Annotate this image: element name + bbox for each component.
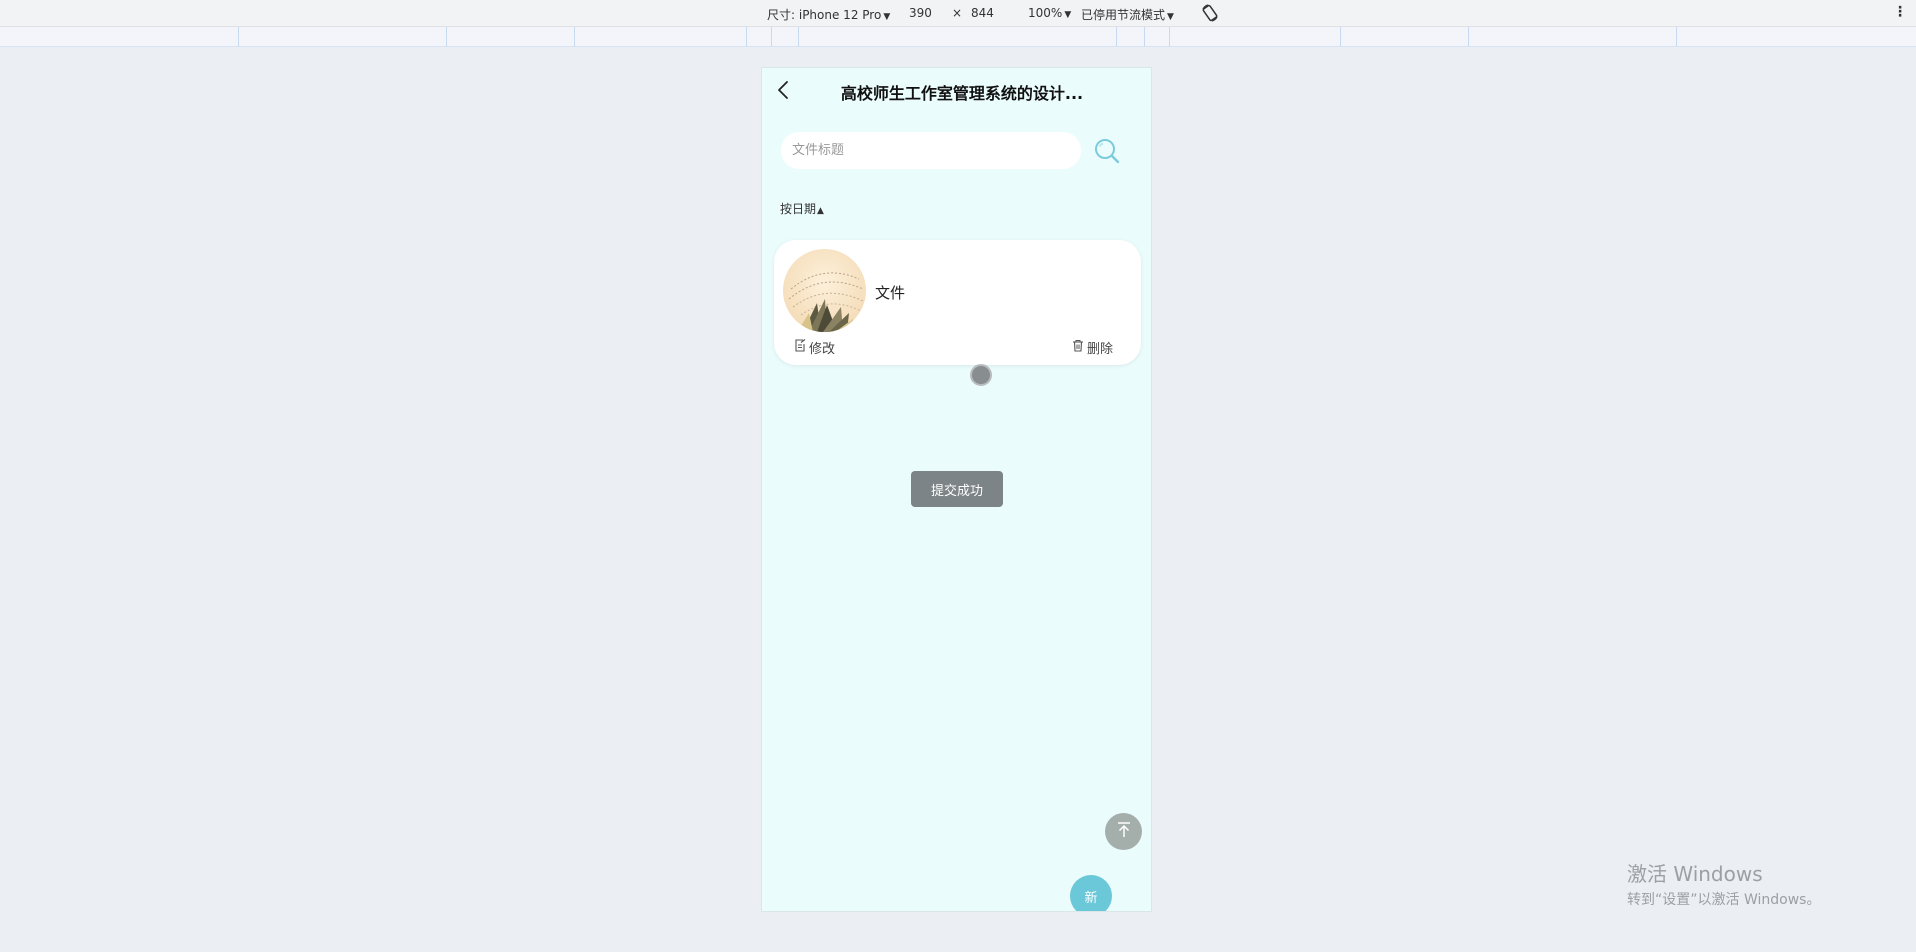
media-query-ruler <box>0 27 1916 47</box>
device-selector[interactable]: 尺寸: iPhone 12 Pro ▼ <box>767 6 890 23</box>
windows-activation-watermark: 激活 Windows 转到“设置”以激活 Windows。 <box>1627 858 1820 909</box>
sort-by-date-button[interactable]: 按日期▲ <box>780 200 824 217</box>
back-to-top-button[interactable] <box>1105 813 1142 850</box>
edit-label: 修改 <box>809 342 836 357</box>
ruler-tick <box>446 27 447 47</box>
watermark-subtitle: 转到“设置”以激活 Windows。 <box>1627 892 1821 908</box>
book-thumbnail <box>783 249 866 332</box>
rotate-icon[interactable] <box>1200 3 1220 23</box>
dimension-separator: × <box>952 6 963 20</box>
ruler-tick <box>771 27 772 47</box>
ruler-tick <box>798 27 799 47</box>
phone-viewport: 高校师生工作室管理系统的设计... 按日期▲ 文件 <box>761 67 1152 912</box>
sort-label: 按日期 <box>780 202 817 216</box>
device-width-field[interactable]: 390 <box>909 6 932 20</box>
search-icon[interactable] <box>1093 137 1121 165</box>
ruler-tick <box>1144 27 1145 47</box>
toast-message: 提交成功 <box>911 471 1003 507</box>
ruler-tick <box>1676 27 1677 47</box>
sort-up-icon: ▲ <box>817 206 824 216</box>
edit-button[interactable]: 修改 <box>794 338 835 357</box>
chevron-down-icon: ▼ <box>1064 10 1072 20</box>
page-title: 高校师生工作室管理系统的设计... <box>840 84 1084 102</box>
ruler-tick <box>1340 27 1341 47</box>
delete-label: 删除 <box>1087 342 1114 357</box>
more-options-icon[interactable]: ⋮ <box>1893 4 1907 20</box>
item-title: 文件 <box>875 284 906 302</box>
ruler-tick <box>1169 27 1170 47</box>
devtools-device-toolbar: 尺寸: iPhone 12 Pro ▼ 390 × 844 100% ▼ 已停用节流… <box>0 0 1916 27</box>
ruler-tick <box>574 27 575 47</box>
chevron-down-icon: ▼ <box>1167 12 1174 22</box>
new-button[interactable]: 新 <box>1070 875 1112 911</box>
search-input[interactable] <box>781 132 1081 169</box>
trash-icon <box>1072 339 1084 356</box>
device-height-field[interactable]: 844 <box>971 6 994 20</box>
touch-cursor <box>970 364 992 386</box>
list-item[interactable]: 文件 修改 删除 <box>774 240 1141 365</box>
ruler-tick <box>238 27 239 47</box>
ruler-tick <box>746 27 747 47</box>
edit-icon <box>794 339 806 356</box>
zoom-selector[interactable]: 100% ▼ <box>1028 6 1071 20</box>
delete-button[interactable]: 删除 <box>1072 338 1113 357</box>
throttle-selector[interactable]: 已停用节流模式 ▼ <box>1081 6 1174 23</box>
arrow-up-to-top-icon <box>1115 821 1133 843</box>
watermark-title: 激活 Windows <box>1627 862 1763 886</box>
chevron-down-icon: ▼ <box>883 12 891 22</box>
ruler-tick <box>1116 27 1117 47</box>
ruler-tick <box>1468 27 1469 47</box>
back-arrow-icon[interactable] <box>776 80 792 100</box>
search-box <box>781 132 1081 169</box>
